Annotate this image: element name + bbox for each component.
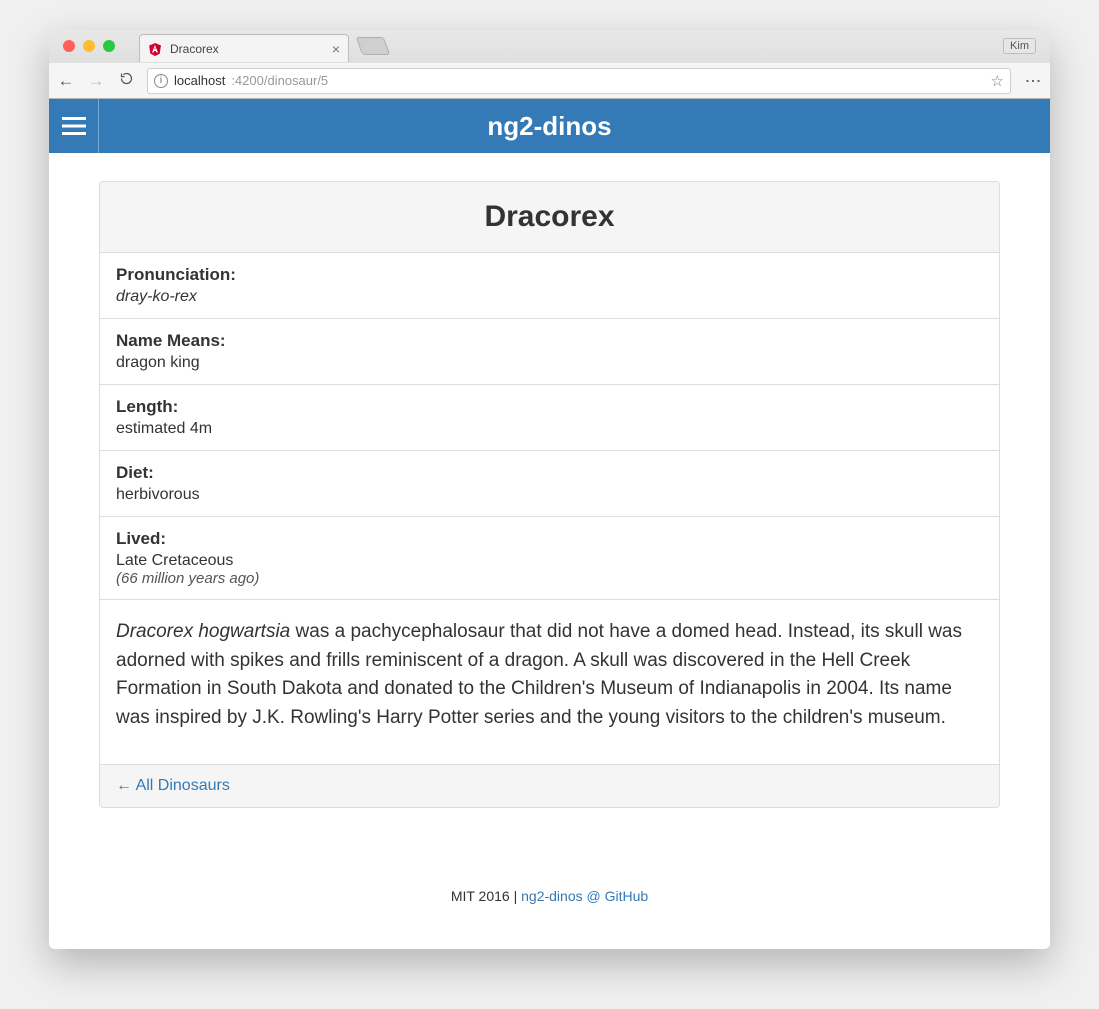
field-pronunciation: Pronunciation: dray-ko-rex [100,253,999,319]
dino-panel: Dracorex Pronunciation: dray-ko-rex Name… [99,181,1000,808]
value-name-means: dragon king [116,354,983,372]
field-diet: Diet: herbivorous [100,451,999,517]
all-dinosaurs-link[interactable]: ← All Dinosaurs [116,777,230,794]
traffic-lights [57,40,121,52]
reload-button[interactable] [117,71,135,91]
window-close-icon[interactable] [63,40,75,52]
label-name-means: Name Means: [116,331,983,351]
dino-description: Dracorex hogwartsia was a pachycephalosa… [100,600,999,765]
app-content: ng2-dinos Dracorex Pronunciation: dray-k… [49,99,1050,949]
desc-latin: Dracorex hogwartsia [116,621,290,642]
window-maximize-icon[interactable] [103,40,115,52]
label-lived: Lived: [116,529,983,549]
value-length: estimated 4m [116,420,983,438]
menu-toggle-button[interactable] [49,99,99,153]
value-lived-period: Late Cretaceous [116,552,983,570]
tab-title: Dracorex [170,42,324,56]
url-bar[interactable]: i localhost :4200/dinosaur/5 ☆ [147,68,1011,94]
label-pronunciation: Pronunciation: [116,265,983,285]
value-lived-years: (66 million years ago) [116,570,983,587]
field-name-means: Name Means: dragon king [100,319,999,385]
browser-tab[interactable]: Dracorex × [139,34,349,62]
back-button[interactable]: ← [57,71,75,91]
window-minimize-icon[interactable] [83,40,95,52]
forward-button[interactable]: → [87,71,105,91]
panel-heading: Dracorex [100,182,999,253]
label-diet: Diet: [116,463,983,483]
value-diet: herbivorous [116,486,983,504]
dino-name-heading: Dracorex [114,200,985,234]
bookmark-star-icon[interactable]: ☆ [991,72,1004,90]
site-info-icon[interactable]: i [154,74,168,88]
app-footer: MIT 2016 | ng2-dinos @ GitHub [49,853,1050,949]
field-length: Length: estimated 4m [100,385,999,451]
profile-badge[interactable]: Kim [1003,38,1036,54]
tab-bar: Dracorex × Kim [49,30,1050,62]
hamburger-icon [62,116,86,136]
browser-window: Dracorex × Kim ← → i localhost :4200/dino… [49,30,1050,949]
field-lived: Lived: Late Cretaceous (66 million years… [100,517,999,600]
url-path: :4200/dinosaur/5 [231,73,328,88]
footer-license: MIT 2016 | [451,888,521,904]
browser-menu-icon[interactable]: ⋮ [1023,73,1042,89]
tab-close-icon[interactable]: × [332,41,340,57]
browser-chrome: Dracorex × Kim ← → i localhost :4200/dino… [49,30,1050,99]
app-header: ng2-dinos [49,99,1050,153]
url-host: localhost [174,73,225,88]
value-pronunciation: dray-ko-rex [116,288,983,306]
browser-toolbar: ← → i localhost :4200/dinosaur/5 ☆ ⋮ [49,62,1050,98]
label-length: Length: [116,397,983,417]
page-body: Dracorex Pronunciation: dray-ko-rex Name… [49,153,1050,853]
panel-footer: ← All Dinosaurs [100,765,999,807]
new-tab-button[interactable] [356,37,391,55]
app-title: ng2-dinos [99,99,1050,153]
footer-github-link[interactable]: ng2-dinos @ GitHub [521,888,648,904]
angular-icon [148,42,162,56]
